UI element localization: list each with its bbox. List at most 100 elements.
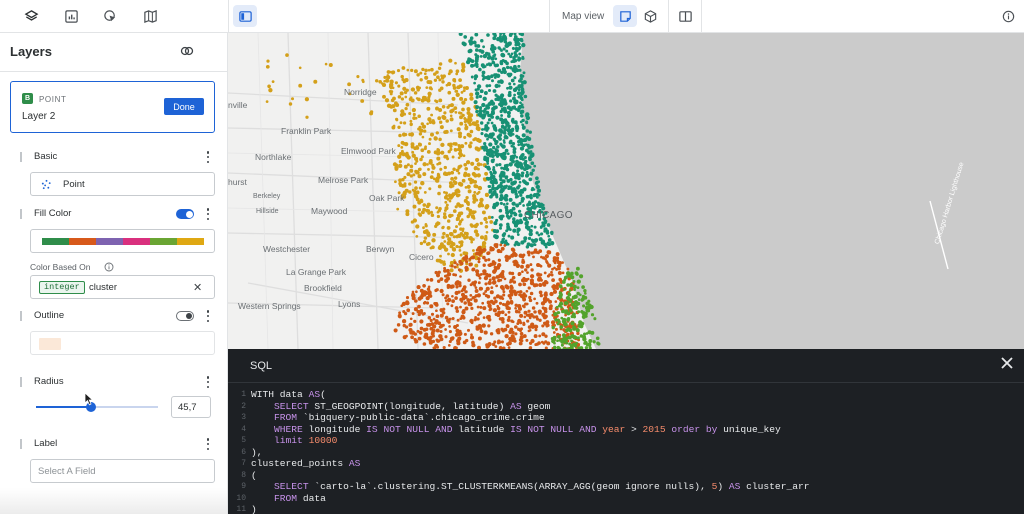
outline-toggle[interactable] bbox=[176, 311, 194, 321]
sql-editor[interactable]: 1 WITH data AS( 2 SELECT ST_GEOGPOINT(lon… bbox=[228, 389, 1024, 514]
map-point bbox=[493, 243, 498, 248]
info-icon[interactable] bbox=[104, 262, 114, 272]
map-point bbox=[420, 181, 425, 186]
map-point bbox=[514, 306, 517, 310]
map-point bbox=[525, 120, 529, 124]
map-point bbox=[450, 183, 455, 188]
map-point bbox=[498, 136, 502, 141]
more-options-icon[interactable] bbox=[203, 438, 213, 450]
map-point bbox=[498, 340, 502, 344]
interactions-icon[interactable] bbox=[98, 5, 122, 27]
fill-color-toggle[interactable] bbox=[176, 209, 194, 219]
map-point bbox=[401, 152, 406, 157]
map-point bbox=[417, 212, 421, 216]
map-point bbox=[552, 331, 556, 334]
map-point bbox=[502, 155, 507, 161]
map-point bbox=[554, 300, 558, 303]
map-point bbox=[422, 203, 427, 207]
map-point bbox=[424, 75, 429, 80]
map-point bbox=[483, 91, 488, 95]
more-options-icon[interactable] bbox=[203, 208, 213, 220]
map-point bbox=[415, 224, 420, 229]
more-options-icon[interactable] bbox=[203, 151, 213, 163]
split-view-icon[interactable] bbox=[673, 5, 697, 27]
map-label: Northlake bbox=[255, 152, 292, 162]
map-point bbox=[396, 323, 401, 327]
map-point bbox=[423, 129, 427, 133]
done-button[interactable]: Done bbox=[164, 98, 204, 115]
more-options-icon[interactable] bbox=[203, 310, 213, 322]
2d-view-icon[interactable] bbox=[613, 5, 637, 27]
more-options-icon[interactable] bbox=[203, 376, 213, 388]
map-point bbox=[519, 329, 522, 333]
map-point bbox=[538, 249, 543, 253]
map-point bbox=[476, 93, 480, 96]
map-point bbox=[480, 63, 485, 68]
map-point bbox=[494, 83, 499, 89]
map-point bbox=[419, 295, 424, 300]
map-point bbox=[464, 231, 469, 236]
map-point bbox=[511, 275, 516, 280]
map-point bbox=[521, 171, 525, 175]
label-field-select[interactable]: Select A Field bbox=[30, 459, 215, 483]
map-point bbox=[397, 95, 402, 99]
color-palette-select[interactable] bbox=[30, 229, 215, 253]
close-icon[interactable] bbox=[1000, 356, 1014, 370]
map-point bbox=[462, 89, 466, 93]
widgets-icon[interactable] bbox=[59, 5, 83, 27]
map-point bbox=[493, 128, 496, 131]
code-line: 4 WHERE longitude IS NOT NULL AND latitu… bbox=[228, 424, 1024, 436]
map-point bbox=[507, 294, 511, 298]
link-icon[interactable] bbox=[179, 43, 195, 59]
line-number: 8 bbox=[241, 470, 246, 480]
map-point bbox=[433, 136, 438, 141]
map-point bbox=[515, 159, 519, 164]
map-point bbox=[454, 306, 459, 310]
radius-input[interactable]: 45,7 bbox=[171, 396, 211, 418]
map-point bbox=[298, 83, 303, 88]
layer-card[interactable]: B POINT Layer 2 Done bbox=[10, 81, 215, 133]
map-point bbox=[443, 245, 447, 249]
map-point bbox=[507, 73, 512, 78]
outline-color-select[interactable] bbox=[30, 331, 215, 355]
map-point bbox=[523, 94, 528, 99]
visualization-type-select[interactable]: Point bbox=[30, 172, 215, 196]
map-label: Maywood bbox=[311, 206, 348, 216]
layers-icon[interactable] bbox=[19, 5, 43, 27]
map-point bbox=[509, 228, 512, 231]
map-point bbox=[507, 315, 511, 319]
map-point bbox=[471, 121, 476, 126]
map-point bbox=[469, 129, 474, 134]
radius-slider[interactable] bbox=[36, 402, 158, 412]
map-point bbox=[507, 234, 511, 238]
color-field-select[interactable]: integer cluster ✕ bbox=[30, 275, 215, 299]
panel-toggle-icon[interactable] bbox=[233, 5, 257, 27]
map-point bbox=[410, 335, 414, 340]
map-point bbox=[516, 135, 521, 140]
map-point bbox=[463, 163, 467, 167]
map-point bbox=[468, 262, 473, 267]
map-point bbox=[420, 148, 425, 153]
map-point bbox=[495, 63, 500, 68]
layer-source-badge: B bbox=[22, 93, 33, 104]
map-point bbox=[491, 183, 495, 187]
clear-icon[interactable]: ✕ bbox=[193, 281, 202, 294]
map-point bbox=[449, 260, 454, 265]
map-point bbox=[560, 343, 564, 347]
map-point bbox=[459, 231, 464, 236]
map-point bbox=[356, 75, 360, 79]
map-point bbox=[427, 316, 432, 320]
map-point bbox=[431, 120, 436, 125]
map-point bbox=[466, 184, 471, 189]
map-point bbox=[476, 147, 481, 152]
info-icon[interactable] bbox=[996, 5, 1020, 27]
map-point bbox=[458, 33, 463, 37]
map-point bbox=[478, 94, 483, 99]
map-canvas[interactable]: nville Norridge Franklin Park Elmwood Pa… bbox=[228, 33, 1024, 349]
3d-view-icon[interactable] bbox=[638, 5, 662, 27]
map-point bbox=[402, 86, 407, 91]
basemap-icon[interactable] bbox=[138, 5, 162, 27]
map-point bbox=[411, 150, 415, 154]
sidebar-divider bbox=[0, 71, 227, 72]
layer-name[interactable]: Layer 2 bbox=[22, 111, 55, 122]
